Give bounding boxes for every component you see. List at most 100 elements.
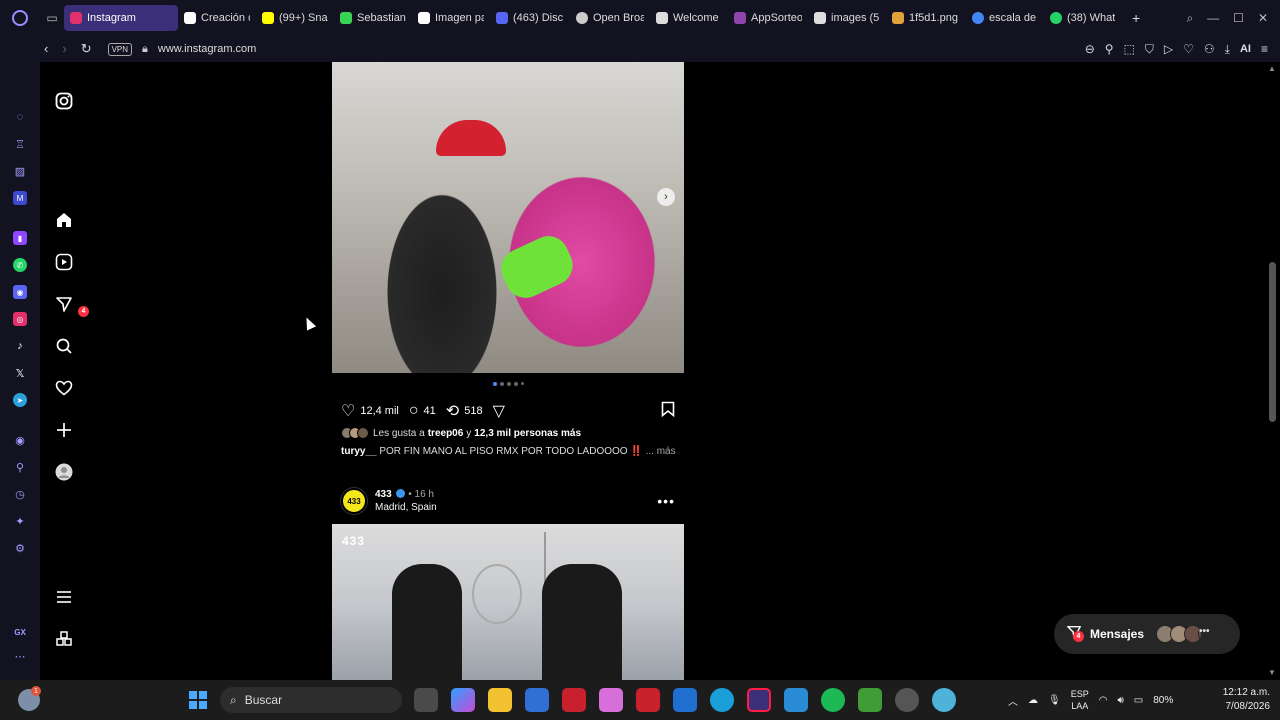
maximize-icon[interactable]: ☐ bbox=[1233, 11, 1244, 25]
url-field[interactable]: www.instagram.com bbox=[158, 43, 256, 55]
copilot-icon[interactable] bbox=[451, 688, 475, 712]
edge-icon[interactable] bbox=[710, 688, 734, 712]
scroll-up-icon[interactable]: ▲ bbox=[1268, 64, 1276, 73]
settings-app-icon[interactable] bbox=[599, 688, 623, 712]
workspace-icon[interactable]: ▨ bbox=[13, 164, 27, 178]
discord-icon[interactable]: ◉ bbox=[13, 285, 27, 299]
file-explorer-icon[interactable] bbox=[488, 688, 512, 712]
reels-icon[interactable] bbox=[54, 252, 74, 272]
zoom-icon[interactable]: ⊖ bbox=[1085, 42, 1095, 56]
repost-icon[interactable]: ⟲ bbox=[446, 401, 459, 421]
play-icon[interactable]: ▷ bbox=[1164, 42, 1173, 56]
like-action[interactable]: ♡ 12,4 mil bbox=[341, 401, 399, 421]
tab-menu-icon[interactable]: ▭ bbox=[40, 0, 64, 36]
bookmark-icon[interactable] bbox=[661, 401, 675, 421]
tab-discord[interactable]: (463) Disc bbox=[490, 5, 570, 31]
search-icon[interactable] bbox=[54, 336, 74, 356]
ai-button[interactable]: AI bbox=[1240, 43, 1251, 55]
windows-start-icon[interactable] bbox=[189, 691, 207, 709]
messages-icon[interactable]: 4 bbox=[54, 294, 89, 317]
minimize-icon[interactable]: — bbox=[1207, 11, 1219, 25]
download-icon[interactable]: ⤓ bbox=[1225, 42, 1230, 57]
instagram-icon[interactable]: ◎ bbox=[13, 312, 27, 326]
outlook-icon[interactable] bbox=[673, 688, 697, 712]
home-icon[interactable] bbox=[54, 210, 74, 230]
tab-welcome[interactable]: Welcome bbox=[650, 5, 728, 31]
gx-icon[interactable]: GX bbox=[13, 625, 27, 639]
onedrive-icon[interactable]: ☁ bbox=[1028, 695, 1038, 706]
spotify-icon[interactable] bbox=[821, 688, 845, 712]
close-icon[interactable]: ✕ bbox=[1258, 11, 1268, 25]
apps-grid-icon[interactable] bbox=[54, 629, 74, 649]
menu-icon[interactable]: ≡ bbox=[1261, 42, 1268, 56]
battery-icon[interactable]: ▭ bbox=[1134, 695, 1143, 706]
settings-icon[interactable]: ⚙ bbox=[13, 541, 27, 555]
tab-google[interactable]: escala de bbox=[966, 5, 1044, 31]
shield-app-icon[interactable] bbox=[562, 688, 586, 712]
post-location[interactable]: Madrid, Spain bbox=[375, 501, 437, 514]
player-icon[interactable]: ◉ bbox=[13, 433, 27, 447]
opera-logo-icon[interactable] bbox=[0, 0, 40, 36]
aria-icon[interactable]: ◌ bbox=[13, 110, 27, 124]
tab-appsorteo[interactable]: AppSorteo bbox=[728, 5, 808, 31]
tab-png[interactable]: 1f5d1.png bbox=[886, 5, 966, 31]
heart-icon[interactable]: ♡ bbox=[1183, 42, 1194, 56]
forward-icon[interactable]: › bbox=[62, 41, 66, 57]
l-app-icon[interactable] bbox=[636, 688, 660, 712]
new-tab-button[interactable]: + bbox=[1126, 5, 1144, 31]
profile-avatar[interactable] bbox=[54, 462, 74, 482]
extensions-icon[interactable]: ✦ bbox=[13, 514, 27, 528]
lock-icon[interactable]: 🔒︎ bbox=[142, 43, 148, 56]
whatsapp-icon[interactable]: ✆ bbox=[13, 258, 27, 272]
caption-more-link[interactable]: ... más bbox=[646, 446, 676, 457]
wifi-icon[interactable]: ◠ bbox=[1099, 695, 1108, 706]
comment-icon[interactable]: ○ bbox=[409, 402, 419, 420]
task-view-icon[interactable] bbox=[414, 688, 438, 712]
messages-popup-button[interactable]: 4 Mensajes ••• bbox=[1054, 614, 1240, 654]
post-options-icon[interactable]: ••• bbox=[657, 493, 675, 509]
account-icon[interactable]: ⚇ bbox=[1204, 42, 1215, 56]
store-icon[interactable] bbox=[525, 688, 549, 712]
history-icon[interactable]: ◷ bbox=[13, 487, 27, 501]
opera-gx-taskbar-icon[interactable] bbox=[747, 688, 771, 712]
tab-sebastian[interactable]: Sebastian bbox=[334, 5, 412, 31]
messenger-icon[interactable]: M bbox=[13, 191, 27, 205]
more-icon[interactable]: ⋯ bbox=[13, 649, 27, 663]
page-scrollbar[interactable]: ▲ ▼ bbox=[1266, 62, 1280, 680]
tiktok-icon[interactable]: ♪ bbox=[13, 339, 27, 353]
instagram-logo-icon[interactable] bbox=[54, 91, 74, 111]
shield-icon[interactable]: ⛉ bbox=[1145, 42, 1154, 57]
tab-creacion[interactable]: Creación d bbox=[178, 5, 256, 31]
caption-username[interactable]: turyy__ bbox=[341, 446, 377, 457]
more-menu-icon[interactable] bbox=[54, 587, 74, 607]
volume-icon[interactable]: 🔊︎ bbox=[1117, 695, 1123, 706]
tab-instagram[interactable]: Instagram bbox=[64, 5, 178, 31]
tab-snapchat[interactable]: (99+) Sna bbox=[256, 5, 334, 31]
scroll-thumb[interactable] bbox=[1269, 262, 1276, 422]
tab-whatsapp[interactable]: (38) What bbox=[1044, 5, 1126, 31]
scroll-down-icon[interactable]: ▼ bbox=[1268, 668, 1276, 677]
tray-expand-icon[interactable]: ︿ bbox=[1008, 693, 1018, 708]
account-avatar[interactable]: 433 bbox=[341, 488, 367, 514]
x-icon[interactable]: 𝕏 bbox=[13, 366, 27, 380]
like-heart-icon[interactable]: ♡ bbox=[341, 401, 355, 421]
share-icon[interactable]: ▽ bbox=[493, 401, 505, 421]
reload-icon[interactable]: ↻ bbox=[81, 41, 92, 57]
telegram-icon[interactable]: ➤ bbox=[13, 393, 27, 407]
liked-by-user[interactable]: treep06 bbox=[428, 428, 464, 439]
language-indicator[interactable]: ESP LAA bbox=[1071, 688, 1089, 712]
search-tabs-icon[interactable]: ⌕ bbox=[1186, 11, 1193, 26]
minecraft-icon[interactable] bbox=[858, 688, 882, 712]
post-username[interactable]: 433 bbox=[375, 489, 392, 500]
post-photo[interactable]: › bbox=[332, 62, 684, 373]
tab-imagen[interactable]: Imagen pa bbox=[412, 5, 490, 31]
tab-images[interactable]: images (5 bbox=[808, 5, 886, 31]
pin-board-icon[interactable]: ⚲ bbox=[13, 460, 27, 474]
crypto-icon[interactable]: ♖ bbox=[13, 137, 27, 151]
back-icon[interactable]: ‹ bbox=[44, 41, 48, 57]
obs-icon[interactable] bbox=[895, 688, 919, 712]
share-action[interactable]: ▽ bbox=[493, 401, 505, 421]
comment-action[interactable]: ○ 41 bbox=[409, 402, 436, 420]
clock[interactable]: 12:12 a.m. 7/08/2026 bbox=[1212, 686, 1270, 714]
taskbar-search[interactable]: ⌕ Buscar bbox=[220, 687, 402, 713]
